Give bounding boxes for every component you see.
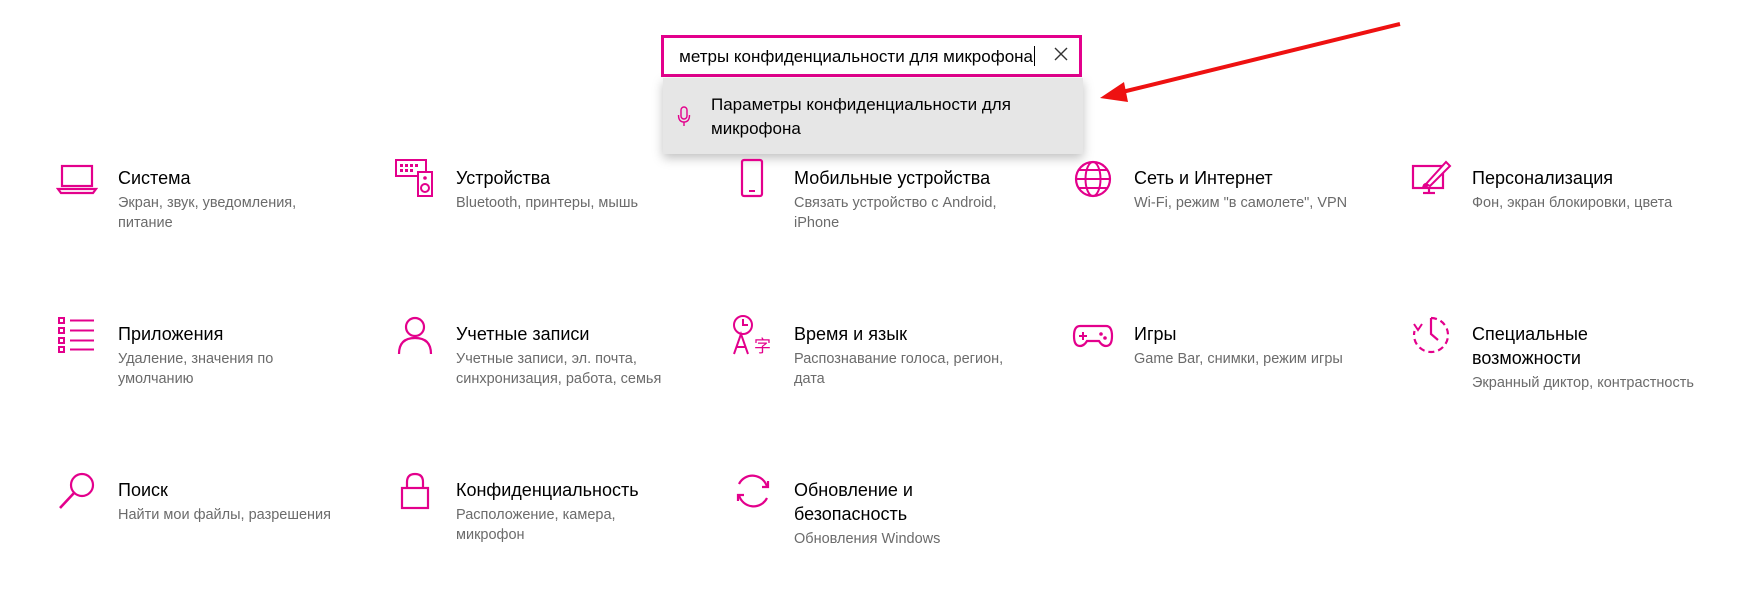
- settings-tile-gamepad[interactable]: Игры Game Bar, снимки, режим игры: [1072, 314, 1372, 444]
- tile-description: Распознавание голоса, регион, дата: [794, 351, 1004, 387]
- tile-description: Wi-Fi, режим "в самолете", VPN: [1134, 195, 1348, 211]
- search-input[interactable]: метры конфиденциальности для микрофона: [667, 38, 1035, 74]
- lock-icon: [394, 470, 436, 512]
- tile-description: Расположение, камера, микрофон: [456, 507, 616, 543]
- tile-description: Удаление, значения по умолчанию: [118, 351, 274, 387]
- accessibility-icon: [1410, 314, 1452, 356]
- text-caret: [1034, 46, 1035, 66]
- tile-description: Game Bar, снимки, режим игры: [1134, 351, 1343, 367]
- tile-title: Время и язык: [794, 324, 908, 344]
- settings-tile-user[interactable]: Учетные записи Учетные записи, эл. почта,…: [394, 314, 694, 444]
- tile-description: Экран, звук, уведомления, питание: [118, 195, 297, 231]
- tile-description: Связать устройство с Android, iPhone: [794, 195, 997, 231]
- time-language-icon: 字: [732, 314, 774, 357]
- tile-title: Сеть и Интернет: [1134, 168, 1273, 188]
- settings-tile-laptop[interactable]: Система Экран, звук, уведомления, питание: [55, 158, 356, 288]
- tile-title: Игры: [1134, 324, 1177, 344]
- settings-tile-search[interactable]: Поиск Найти мои файлы, разрешения: [56, 470, 356, 600]
- settings-tile-phone[interactable]: Мобильные устройства Связать устройство с…: [732, 158, 1032, 288]
- tile-description: Учетные записи, эл. почта, синхронизация…: [456, 351, 662, 387]
- gamepad-icon: [1072, 314, 1114, 356]
- settings-tile-update[interactable]: Обновление и безопасность Обновления Wind…: [732, 470, 1032, 600]
- tile-title: Система: [118, 168, 191, 188]
- search-suggestion[interactable]: Параметры конфиденциальности для микрофо…: [663, 78, 1083, 154]
- phone-icon: [732, 158, 774, 200]
- tile-title: Устройства: [456, 168, 551, 188]
- microphone-icon: [677, 106, 691, 133]
- settings-tile-personalization[interactable]: Персонализация Фон, экран блокировки, цве…: [1410, 158, 1710, 288]
- tile-description: Фон, экран блокировки, цвета: [1472, 195, 1673, 211]
- settings-tile-time-language[interactable]: 字 Время и язык Распознавание голоса, регио…: [732, 314, 1032, 444]
- settings-tile-globe[interactable]: Сеть и Интернет Wi-Fi, режим "в самолете"…: [1072, 158, 1372, 288]
- user-icon: [394, 314, 436, 356]
- svg-text:字: 字: [754, 337, 771, 356]
- update-icon: [732, 470, 774, 512]
- tile-description: Экранный диктор, контрастность: [1472, 375, 1694, 391]
- settings-tile-devices[interactable]: Устройства Bluetooth, принтеры, мышь: [394, 158, 694, 288]
- settings-tile-accessibility[interactable]: Специальные возможности Экранный диктор, …: [1410, 314, 1710, 444]
- apps-list-icon: [56, 314, 98, 356]
- tile-description: Обновления Windows: [794, 531, 941, 547]
- personalization-icon: [1410, 158, 1452, 200]
- search-input-text: метры конфиденциальности для микрофона: [679, 46, 1035, 66]
- tile-description: Bluetooth, принтеры, мышь: [456, 195, 639, 211]
- tile-title: Поиск: [118, 480, 168, 500]
- devices-icon: [394, 158, 436, 200]
- tile-title: Персонализация: [1472, 168, 1614, 188]
- search-icon: [56, 470, 98, 512]
- tile-title: Специальные возможности: [1472, 324, 1588, 368]
- tile-title: Обновление и безопасность: [794, 480, 913, 524]
- settings-tile-apps-list[interactable]: Приложения Удаление, значения по умолчани…: [56, 314, 356, 444]
- suggestion-label: Параметры конфиденциальности для микрофо…: [711, 95, 1011, 138]
- tile-title: Конфиденциальность: [456, 480, 639, 500]
- laptop-icon: [55, 158, 99, 200]
- tile-description: Найти мои файлы, разрешения: [118, 507, 331, 523]
- close-icon: [1054, 47, 1068, 66]
- search-box[interactable]: метры конфиденциальности для микрофона: [661, 35, 1082, 77]
- tile-title: Мобильные устройства: [794, 168, 991, 188]
- tile-title: Приложения: [118, 324, 224, 344]
- globe-icon: [1072, 158, 1114, 200]
- settings-tile-lock[interactable]: Конфиденциальность Расположение, камера, …: [394, 470, 694, 600]
- clear-search-button[interactable]: [1047, 42, 1075, 70]
- tile-title: Учетные записи: [456, 324, 590, 344]
